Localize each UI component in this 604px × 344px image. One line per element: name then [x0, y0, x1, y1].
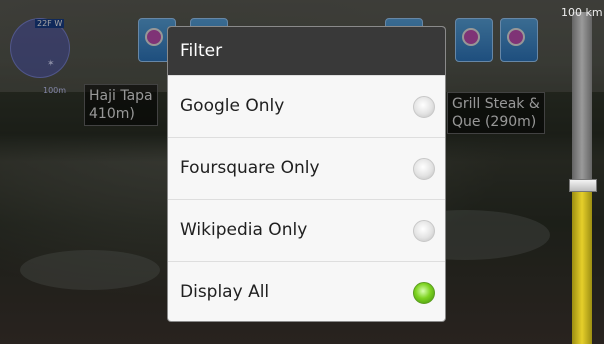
- radio-button[interactable]: [413, 220, 435, 242]
- radio-button[interactable]: [413, 96, 435, 118]
- option-label: Foursquare Only: [180, 158, 320, 178]
- range-slider-fill: [572, 190, 592, 344]
- filter-option-google-only[interactable]: Google Only: [168, 75, 445, 137]
- option-label: Wikipedia Only: [180, 220, 308, 240]
- filter-option-display-all[interactable]: Display All: [168, 261, 445, 321]
- option-label: Display All: [180, 282, 270, 302]
- dialog-title: Filter: [168, 27, 445, 75]
- range-slider-thumb[interactable]: [569, 179, 597, 192]
- option-label: Google Only: [180, 96, 285, 116]
- radio-button[interactable]: [413, 158, 435, 180]
- radio-button-selected[interactable]: [413, 282, 435, 304]
- filter-dialog: Filter Google Only Foursquare Only Wikip…: [168, 27, 445, 321]
- range-slider-label: 100 km: [561, 6, 603, 19]
- filter-option-wikipedia-only[interactable]: Wikipedia Only: [168, 199, 445, 261]
- filter-option-foursquare-only[interactable]: Foursquare Only: [168, 137, 445, 199]
